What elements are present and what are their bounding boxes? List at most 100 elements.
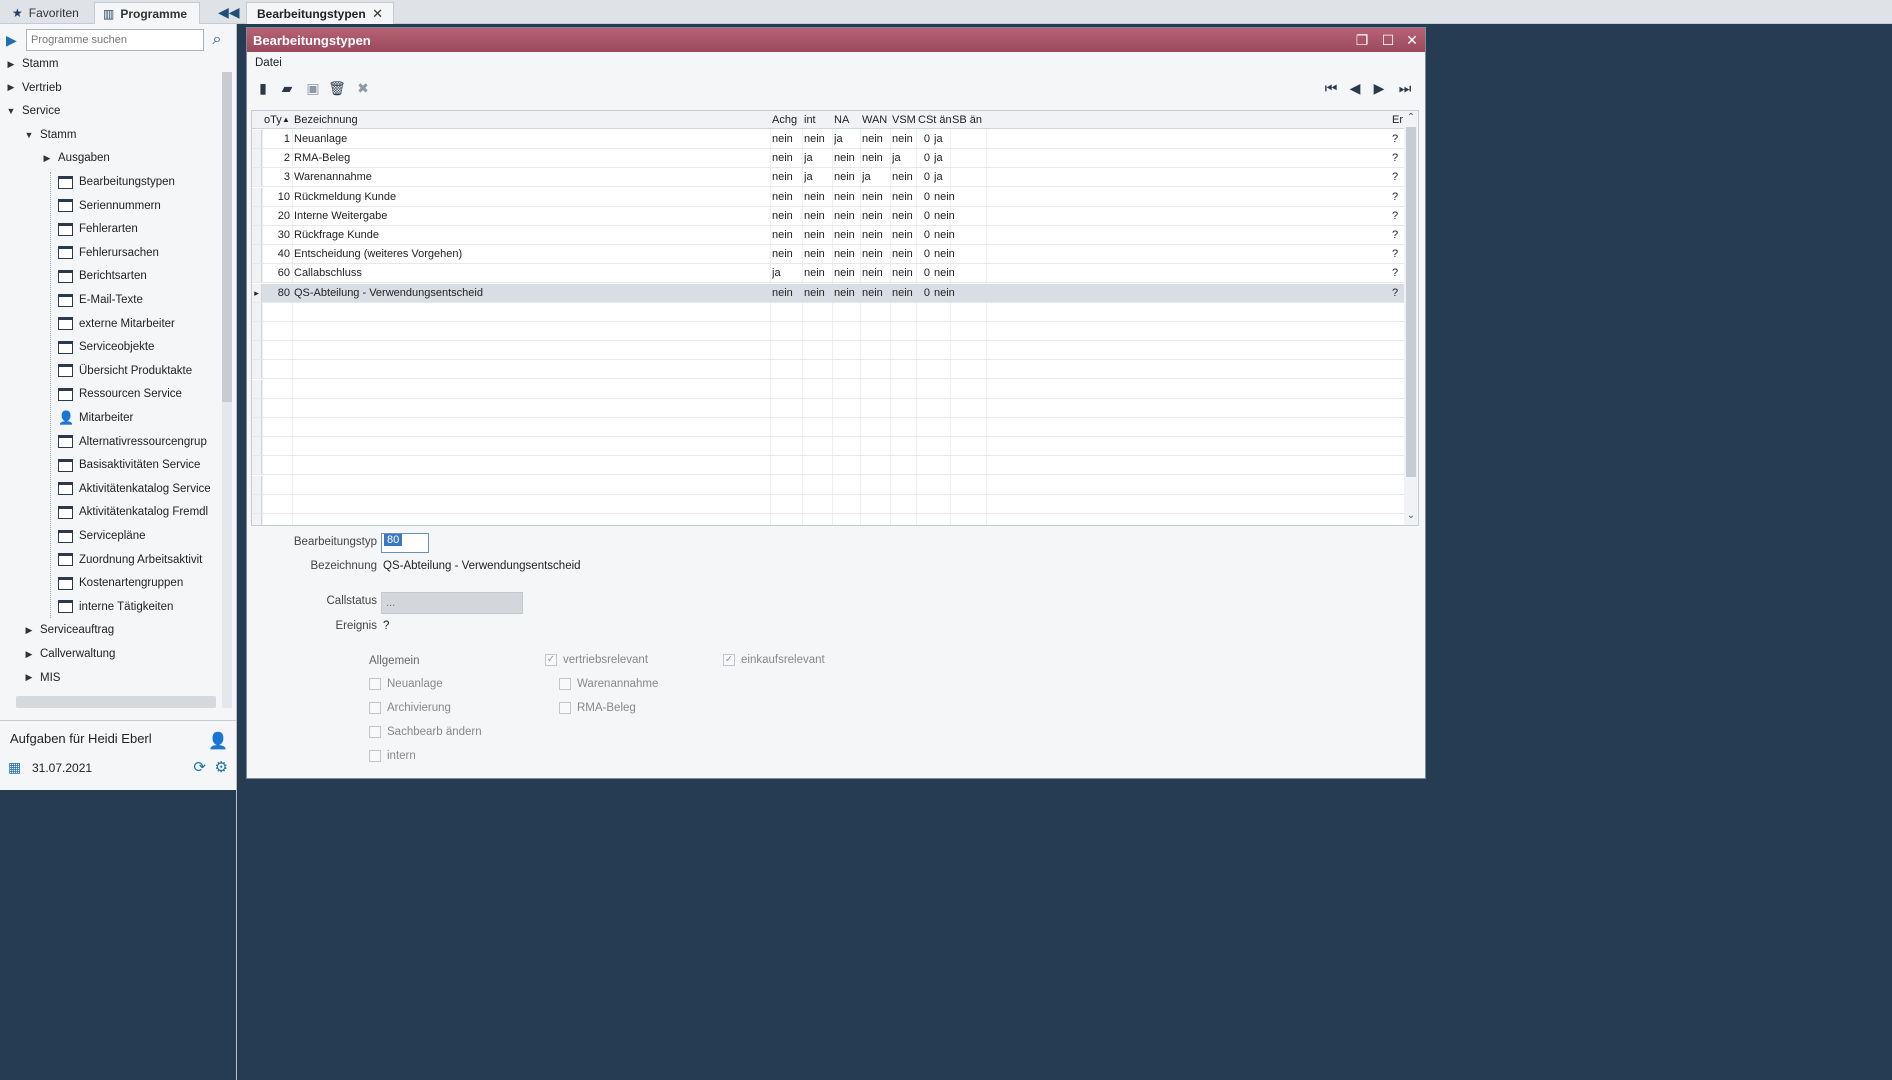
table-cell[interactable]: Rückmeldung Kunde xyxy=(294,188,764,206)
previous-record-icon[interactable]: ◀ xyxy=(1345,78,1365,98)
table-cell[interactable]: nein xyxy=(892,226,916,244)
table-cell[interactable]: nein xyxy=(892,264,916,282)
sachbearb-checkbox[interactable]: Sachbearb ändern xyxy=(369,726,482,738)
table-row[interactable]: 1 Neuanlage nein nein ja nein nein 0 ja? xyxy=(252,130,1404,149)
close-icon[interactable]: ✕ xyxy=(1403,31,1421,49)
save-icon[interactable]: ▣ xyxy=(303,78,323,98)
sidebar-item[interactable]: Zuordnung Arbeitsaktivit xyxy=(58,550,202,570)
table-cell[interactable]: nein xyxy=(862,130,890,148)
table-cell[interactable]: nein xyxy=(804,130,832,148)
table-cell[interactable]: nein xyxy=(834,168,860,186)
warenannahme-checkbox[interactable]: Warenannahme xyxy=(559,678,658,690)
table-row[interactable]: ▸ 80 QS-Abteilung - Verwendungsentscheid ne… xyxy=(252,283,1404,303)
table-cell[interactable]: nein xyxy=(892,168,916,186)
table-cell[interactable]: 1 xyxy=(262,130,290,148)
row-selector[interactable] xyxy=(252,149,262,168)
row-selector[interactable] xyxy=(252,206,262,225)
sidebar-item[interactable]: externe Mitarbeiter xyxy=(58,314,175,334)
column-header[interactable]: WAN xyxy=(862,111,887,129)
table-cell[interactable]: nein xyxy=(834,188,860,206)
table-cell[interactable]: ja xyxy=(934,168,974,186)
row-selector[interactable] xyxy=(252,456,262,475)
table-cell[interactable]: nein xyxy=(804,284,832,302)
table-row[interactable]: 20 Interne Weitergabe nein nein nein nein nein… xyxy=(252,206,1404,226)
sidebar-item[interactable]: ▶ Serviceauftrag xyxy=(24,620,115,640)
table-cell[interactable]: 0 xyxy=(918,245,930,263)
table-cell[interactable]: 0 xyxy=(918,226,930,244)
table-cell[interactable]: 3 xyxy=(262,168,290,186)
table-cell[interactable]: Callabschluss xyxy=(294,264,764,282)
table-row[interactable] xyxy=(252,341,1404,361)
table-row[interactable]: 2 RMA-Beleg nein ja nein nein ja 0 ja? xyxy=(252,149,1404,169)
table-cell[interactable]: 60 xyxy=(262,264,290,282)
table-cell[interactable]: nein xyxy=(772,226,802,244)
table-cell[interactable]: nein xyxy=(862,149,890,167)
grid-scrollbar[interactable]: ⌃ ⌄ xyxy=(1404,111,1418,525)
table-cell[interactable]: Rückfrage Kunde xyxy=(294,226,764,244)
table-cell[interactable]: ja xyxy=(934,130,974,148)
row-selector[interactable] xyxy=(252,379,262,398)
sidebar-item[interactable]: 👤 Mitarbeiter xyxy=(58,408,133,428)
table-cell[interactable]: 0 xyxy=(918,168,930,186)
callstatus-field[interactable]: ... xyxy=(381,592,523,614)
table-cell[interactable]: nein xyxy=(862,207,890,225)
open-folder-icon[interactable]: ▰ xyxy=(277,78,297,98)
sidebar-item[interactable]: Ressourcen Service xyxy=(58,384,182,404)
sidebar-item[interactable]: Berichtsarten xyxy=(58,266,147,286)
sidebar-item[interactable]: Seriennummern xyxy=(58,196,161,216)
sidebar-item[interactable]: ▼ Service xyxy=(6,101,61,121)
search-icon[interactable]: ⌕ xyxy=(208,31,226,49)
row-selector[interactable] xyxy=(252,360,262,379)
row-selector[interactable] xyxy=(252,130,262,148)
sidebar-item[interactable]: Serviceobjekte xyxy=(58,337,154,357)
collapsed-caret-icon[interactable]: ▶ xyxy=(24,649,34,660)
column-header[interactable]: Achg xyxy=(772,111,797,129)
table-row[interactable] xyxy=(252,379,1404,399)
next-record-icon[interactable]: ▶ xyxy=(1369,78,1389,98)
table-cell[interactable]: ja xyxy=(804,168,832,186)
sidebar-item[interactable]: ▼ Stamm xyxy=(24,125,77,145)
sidebar-item[interactable]: Aktivitätenkatalog Service xyxy=(58,479,211,499)
table-cell[interactable]: RMA-Beleg xyxy=(294,149,764,167)
table-cell[interactable]: ? xyxy=(1392,226,1404,244)
sidebar-item[interactable]: ▶ Ausgaben xyxy=(42,148,110,168)
table-row[interactable] xyxy=(252,494,1404,514)
sidebar-item[interactable]: ▶ Stamm xyxy=(6,54,59,74)
table-cell[interactable]: nein xyxy=(804,264,832,282)
sidebar-item[interactable]: E-Mail-Texte xyxy=(58,290,143,310)
table-cell[interactable]: nein xyxy=(834,284,860,302)
collapsed-caret-icon[interactable]: ▶ xyxy=(42,153,52,164)
expanded-caret-icon[interactable]: ▼ xyxy=(24,130,34,140)
table-cell[interactable]: nein xyxy=(834,149,860,167)
table-cell[interactable]: Interne Weitergabe xyxy=(294,207,764,225)
table-cell[interactable]: nein xyxy=(804,226,832,244)
maximize-icon[interactable]: ☐ xyxy=(1379,31,1397,49)
table-row[interactable] xyxy=(252,360,1404,380)
row-selector[interactable] xyxy=(252,398,262,417)
table-cell[interactable]: nein xyxy=(862,245,890,263)
restore-icon[interactable]: ❐ xyxy=(1353,31,1371,49)
table-row[interactable]: 3 Warenannahme nein ja nein ja nein 0 ja? xyxy=(252,168,1404,188)
table-cell[interactable]: nein xyxy=(934,264,974,282)
sidebar-item[interactable]: interne Tätigkeiten xyxy=(58,597,173,617)
bearbeitungstyp-input[interactable]: 80 xyxy=(381,533,429,553)
table-cell[interactable]: 20 xyxy=(262,207,290,225)
neuanlage-checkbox[interactable]: Neuanlage xyxy=(369,678,443,690)
table-cell[interactable]: nein xyxy=(892,245,916,263)
rma-beleg-checkbox[interactable]: RMA-Beleg xyxy=(559,702,636,714)
table-cell[interactable]: nein xyxy=(772,149,802,167)
table-row[interactable]: 30 Rückfrage Kunde nein nein nein nein nein 0 ne… xyxy=(252,226,1404,245)
new-icon[interactable]: ▮ xyxy=(253,78,273,98)
table-cell[interactable]: 80 xyxy=(262,284,290,302)
table-cell[interactable]: Warenannahme xyxy=(294,168,764,186)
calendar-icon[interactable]: ▦ xyxy=(8,759,21,776)
table-cell[interactable]: nein xyxy=(892,284,916,302)
tab-programme[interactable]: ▥ Programme xyxy=(94,2,200,24)
row-selector[interactable] xyxy=(252,226,262,244)
sidebar-item[interactable]: ▶ MIS xyxy=(24,668,61,688)
menu-datei[interactable]: Datei xyxy=(255,57,282,69)
table-cell[interactable]: nein xyxy=(804,188,832,206)
row-selector[interactable] xyxy=(252,264,262,283)
table-cell[interactable]: 0 xyxy=(918,284,930,302)
table-row[interactable] xyxy=(252,398,1404,418)
